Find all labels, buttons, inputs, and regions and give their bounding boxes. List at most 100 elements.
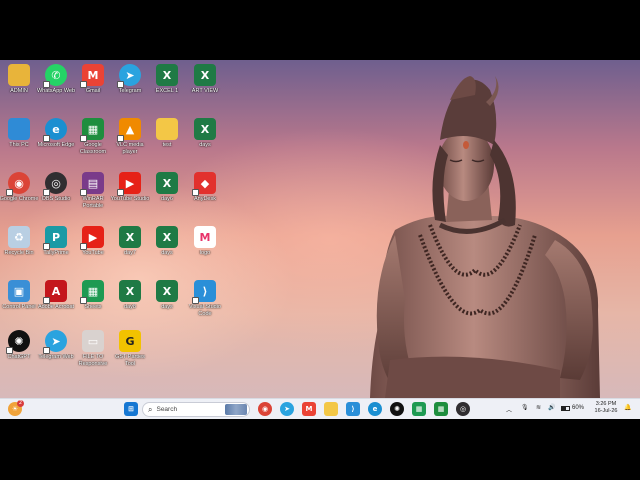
wifi-icon[interactable]: ≋ — [536, 404, 541, 411]
desktop-icon-label: day8 — [124, 304, 136, 310]
desktop-icon-label: days — [199, 142, 211, 148]
microphone-icon[interactable]: 🎙 — [521, 404, 529, 411]
gst-tool-icon: G — [119, 330, 141, 352]
letterbox-bottom — [0, 419, 640, 480]
obs-icon[interactable]: ◎ — [456, 402, 470, 416]
desktop-icon[interactable]: ◎ OBS Studio — [37, 170, 75, 222]
desktop-icon[interactable]: test — [148, 116, 186, 168]
desktop-icon-label: test — [162, 142, 172, 148]
desktop-icon[interactable]: A Adobe Acrobat — [37, 278, 75, 330]
file-thumbnail-icon: ▭ — [82, 330, 104, 352]
chevron-up-icon[interactable]: ︿ — [506, 405, 512, 414]
notification-badge: 2 — [17, 400, 24, 407]
gmail-icon: M — [80, 64, 104, 88]
excel-icon: X — [194, 64, 216, 86]
desktop-icon[interactable]: This PC — [0, 116, 38, 168]
desktop-icon-label: Telegram Web — [38, 354, 74, 360]
clock-date: 16-Jul-26 — [594, 408, 618, 414]
desktop-icon-label: TallyPrime — [43, 250, 69, 256]
desktop-icon-label: day7 — [124, 250, 136, 256]
desktop-icon-label: Gmail — [85, 88, 101, 94]
desktop-icon-label: ADMIN — [10, 88, 28, 94]
volume-icon[interactable]: 🔊 — [548, 404, 555, 411]
desktop-icon[interactable]: P TallyPrime — [37, 224, 75, 276]
desktop-icon[interactable]: X ART VIEW — [186, 62, 224, 114]
sheets-icon: ▦ — [80, 280, 104, 304]
desktop-icon[interactable]: Xdays — [148, 224, 186, 276]
shortcut-arrow-icon — [43, 297, 50, 304]
desktop-icon[interactable]: ➤ Telegram Web — [37, 328, 75, 380]
desktop-icon[interactable]: e Microsoft Edge — [37, 116, 75, 168]
shortcut-arrow-icon — [80, 135, 87, 142]
desktop-icon[interactable]: ▲ VLC media player — [111, 116, 149, 168]
shortcut-arrow-icon — [80, 243, 87, 250]
shortcut-arrow-icon — [80, 189, 87, 196]
desktop-icon-label: days — [161, 250, 173, 256]
chrome-icon[interactable]: ◉ — [258, 402, 272, 416]
desktop-icon[interactable]: Xday8 — [111, 278, 149, 330]
battery-percent: 60% — [572, 405, 585, 411]
desktop-icon[interactable]: ▦ Google Classroom — [74, 116, 112, 168]
desktop-icon-label: Visual Studio Code — [188, 304, 221, 317]
desktop-icon[interactable]: Xday7 — [111, 224, 149, 276]
telegram-icon: ➤ — [117, 64, 141, 88]
desktop-icon-label: ChatGPT — [7, 354, 31, 360]
anydesk-icon: ◆ — [192, 172, 216, 196]
chatgpt-icon[interactable]: ✺ — [390, 402, 404, 416]
desktop-icon-label: Telegram — [118, 88, 142, 94]
folder-icon[interactable] — [324, 402, 338, 416]
clock-time: 3:26 PM — [595, 401, 617, 407]
desktop-icon[interactable]: X EXCEL 1 — [148, 62, 186, 114]
shortcut-arrow-icon — [43, 347, 50, 354]
desktop-icon[interactable]: ▤ WinRAR Portable — [74, 170, 112, 222]
desktop-icon[interactable]: ➤ Telegram — [111, 62, 149, 114]
desktop-icon[interactable]: ▦ Sheets — [74, 278, 112, 330]
desktop-icon[interactable]: ▶ YouTube Studio — [111, 170, 149, 222]
desktop-icon[interactable]: ✆ WhatsApp Web — [37, 62, 75, 114]
desktop-icon-label: ART VIEW — [191, 88, 219, 94]
edge-icon[interactable]: e — [368, 402, 382, 416]
telegram-icon[interactable]: ➤ — [280, 402, 294, 416]
desktop-icon[interactable]: ADMIN — [0, 62, 38, 114]
desktop-icon[interactable]: Xdays — [148, 278, 186, 330]
user-folder-icon — [8, 64, 30, 86]
windows-logo-icon[interactable]: ⊞ — [124, 402, 138, 416]
desktop-icon[interactable]: ◆ AnyDesk — [186, 170, 224, 222]
desktop-icon[interactable]: G GST Parties Tool — [111, 328, 149, 380]
desktop-icon-label: logo — [199, 250, 211, 256]
desktop-icon[interactable]: ♻ Recycle Bin — [0, 224, 38, 276]
desktop-icon-label: Control Panel — [2, 304, 36, 310]
battery-indicator[interactable]: 60% — [561, 405, 584, 411]
excel-icon: X — [156, 226, 178, 248]
desktop-icon[interactable]: ✺ ChatGPT — [0, 328, 38, 380]
whatsapp-icon: ✆ — [43, 64, 67, 88]
desktop-icon[interactable]: ▭ FILE TO Responsive — [74, 328, 112, 380]
desktop-icon[interactable]: Xday6 — [148, 170, 186, 222]
desktop-icon[interactable]: ◉ Google Chrome — [0, 170, 38, 222]
gmail-icon[interactable]: M — [302, 402, 316, 416]
desktop-icon[interactable]: Mlogo — [186, 224, 224, 276]
taskbar-search[interactable]: ⌕ Search — [142, 402, 250, 417]
sheets-icon[interactable]: ▦ — [412, 402, 426, 416]
desktop[interactable]: ADMIN ✆ WhatsApp Web M Gmail ➤ Telegram X EXCEL … — [0, 60, 640, 398]
desktop-icon[interactable]: ▣ Control Panel — [0, 278, 38, 330]
desktop-icon[interactable]: Xdays — [186, 116, 224, 168]
desktop-icon-label: Adobe Acrobat — [37, 304, 75, 310]
desktop-icon[interactable]: M Gmail — [74, 62, 112, 114]
desktop-icon-label: Google Classroom — [79, 142, 107, 155]
shortcut-arrow-icon — [43, 81, 50, 88]
desktop-icon[interactable]: ▶ YouTube — [74, 224, 112, 276]
excel-icon: X — [156, 280, 178, 302]
classroom-icon[interactable]: ▦ — [434, 402, 448, 416]
shortcut-arrow-icon — [80, 81, 87, 88]
winrar-icon: ▤ — [80, 172, 104, 196]
taskbar-clock[interactable]: 3:26 PM 16-Jul-26 — [590, 401, 622, 415]
battery-icon — [561, 405, 570, 411]
desktop-icon-label: WinRAR Portable — [82, 196, 104, 209]
shortcut-arrow-icon — [43, 135, 50, 142]
notification-bell-icon[interactable]: 🔔 — [624, 404, 631, 411]
shortcut-arrow-icon — [192, 297, 199, 304]
vscode-icon[interactable]: ⟩ — [346, 402, 360, 416]
desktop-icon[interactable]: ⟩ Visual Studio Code — [186, 278, 224, 330]
taskbar: ☀ 2 ⊞ ◉ ➤ M ⟩ e ✺ ▦ ▦ ◎ ⌕ Search ︿ 🎙 ≋ 🔊 60% 3:26… — [0, 398, 640, 419]
